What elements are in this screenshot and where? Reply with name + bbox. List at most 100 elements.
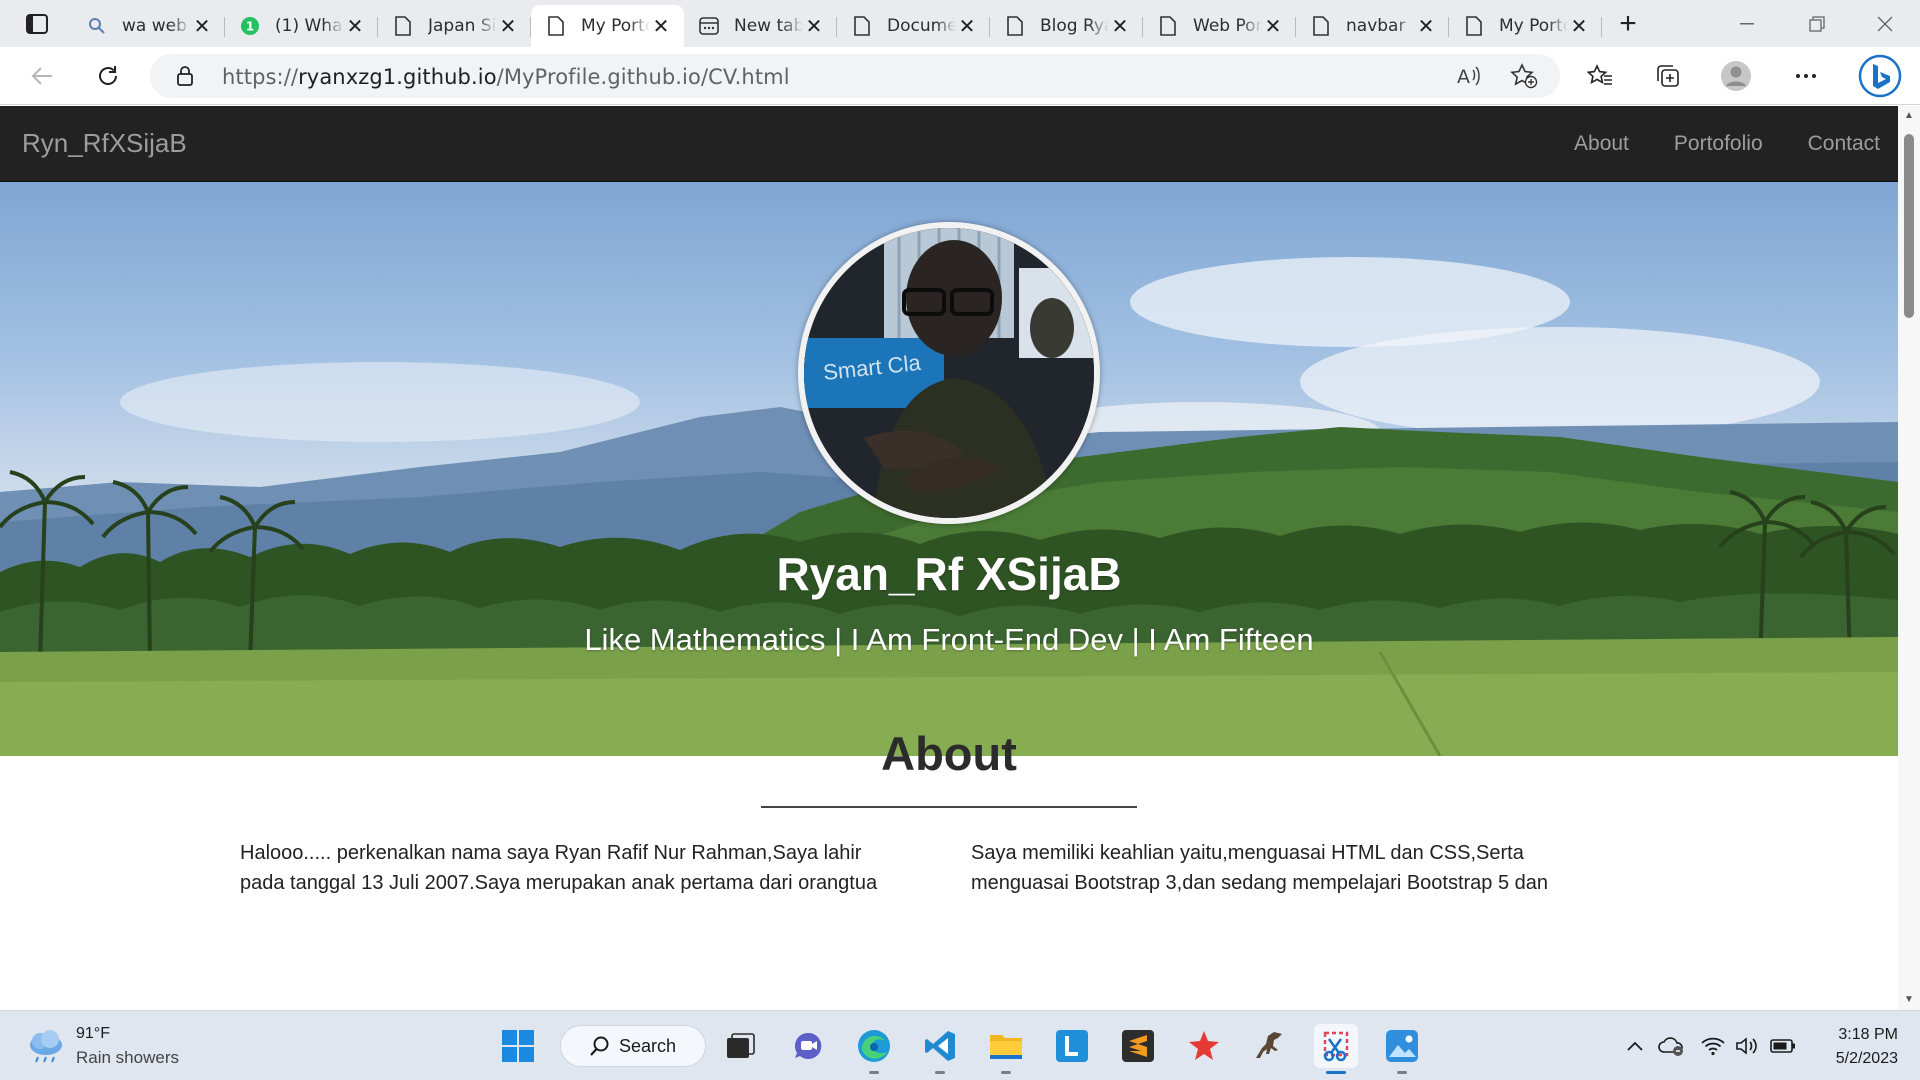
sublime-icon — [1122, 1030, 1154, 1062]
tab-label: Blog Ryan — [1040, 16, 1109, 36]
bing-copilot-button[interactable] — [1856, 52, 1904, 100]
photos-app-button[interactable] — [1380, 1024, 1424, 1074]
address-bar[interactable]: https://ryanxzg1.github.io/MyProfile.git… — [150, 54, 1560, 98]
close-tab-icon[interactable]: ✕ — [497, 15, 519, 38]
scroll-down-arrow-icon[interactable]: ▼ — [1903, 994, 1915, 1006]
file-explorer-button[interactable] — [984, 1024, 1028, 1074]
tab-label: wa web — [122, 16, 187, 36]
red-app-button[interactable] — [1182, 1024, 1226, 1068]
url-scheme: https:// — [222, 65, 299, 89]
speaker-icon — [1736, 1037, 1757, 1055]
close-tab-icon[interactable]: ✕ — [1568, 15, 1590, 38]
tab-japan[interactable]: Japan Sightseeing ✕ — [378, 5, 531, 47]
tab-document[interactable]: Document ✕ — [837, 5, 990, 47]
tab-web-portfolio[interactable]: Web Portfolio ✕ — [1143, 5, 1296, 47]
collections-button[interactable] — [1648, 56, 1688, 96]
active-indicator — [1326, 1071, 1346, 1074]
running-indicator — [935, 1071, 945, 1074]
add-favorite-icon[interactable] — [1510, 63, 1538, 94]
snipping-tool-icon — [1323, 1031, 1349, 1062]
nav-link-contact[interactable]: Contact — [1808, 132, 1880, 156]
about-divider — [761, 806, 1137, 808]
close-tab-icon[interactable]: ✕ — [191, 15, 213, 38]
restore-icon — [1809, 15, 1825, 32]
weather-widget[interactable]: 91°F Rain showers — [26, 1021, 206, 1071]
wifi-tray-icon[interactable] — [1698, 1031, 1728, 1061]
teams-chat-button[interactable] — [786, 1024, 830, 1068]
tab-my-portofolio-2[interactable]: My Portofolio ✕ — [1449, 5, 1602, 47]
tab-blog[interactable]: Blog Ryan ✕ — [990, 5, 1143, 47]
about-right-line-2: menguasai Bootstrap 3,dan sedang mempela… — [971, 872, 1549, 894]
scrollbar-thumb[interactable] — [1904, 134, 1914, 318]
tab-label: New tab — [734, 16, 803, 36]
scroll-up-arrow-icon[interactable]: ▲ — [1903, 110, 1915, 122]
about-left-line-1: Halooo..... perkenalkan nama saya Ryan R… — [240, 842, 862, 864]
sublime-text-button[interactable] — [1116, 1024, 1160, 1068]
battery-tray-icon[interactable] — [1768, 1031, 1798, 1061]
collections-icon — [1657, 65, 1679, 87]
nav-link-portfolio[interactable]: Portofolio — [1674, 132, 1763, 156]
restore-button[interactable] — [1782, 0, 1852, 47]
browser-tab-strip: wa web ✕ 1 (1) WhatsApp ✕ Japan Sightsee… — [0, 0, 1920, 47]
hero-banner: Smart Cla Ryan_Rf XSijaB Like Mathematic… — [0, 182, 1898, 756]
edge-icon — [858, 1030, 890, 1062]
snipping-tool-button[interactable] — [1314, 1024, 1358, 1074]
search-label: Search — [619, 1035, 677, 1056]
clock-date: 5/2/2023 — [1835, 1050, 1898, 1067]
back-button[interactable] — [22, 56, 62, 96]
tab-navbar[interactable]: navbar ✕ — [1296, 5, 1449, 47]
read-aloud-icon[interactable]: A — [1456, 64, 1482, 93]
browser-toolbar: https://ryanxzg1.github.io/MyProfile.git… — [0, 47, 1920, 105]
close-icon — [1877, 16, 1893, 31]
settings-more-button[interactable] — [1786, 56, 1826, 96]
url-text[interactable]: https://ryanxzg1.github.io/MyProfile.git… — [222, 65, 790, 89]
dino-app-button[interactable] — [1248, 1024, 1292, 1068]
refresh-button[interactable] — [88, 56, 128, 96]
task-view-button[interactable] — [718, 1024, 762, 1068]
close-tab-icon[interactable]: ✕ — [1109, 15, 1131, 38]
nav-link-about[interactable]: About — [1574, 132, 1629, 156]
close-window-button[interactable] — [1850, 0, 1920, 47]
tab-wa-web[interactable]: wa web ✕ — [72, 5, 225, 47]
close-tab-icon[interactable]: ✕ — [344, 15, 366, 38]
url-path: /MyProfile.github.io/CV.html — [496, 65, 790, 89]
tab-new-tab[interactable]: New tab ✕ — [684, 5, 837, 47]
close-tab-icon[interactable]: ✕ — [1262, 15, 1284, 38]
edge-taskbar-button[interactable] — [852, 1024, 896, 1074]
profile-button[interactable] — [1716, 56, 1756, 96]
taskbar-search[interactable]: Search — [560, 1025, 706, 1067]
start-button[interactable] — [496, 1024, 540, 1068]
more-icon — [1796, 74, 1816, 78]
page-scrollbar[interactable]: ▲ ▼ — [1898, 106, 1920, 1010]
search-icon — [86, 15, 108, 37]
photos-icon — [1386, 1030, 1418, 1062]
search-icon — [590, 1036, 609, 1056]
close-tab-icon[interactable]: ✕ — [956, 15, 978, 38]
page-icon — [1310, 15, 1332, 37]
tab-whatsapp[interactable]: 1 (1) WhatsApp ✕ — [225, 5, 378, 47]
tab-label: Japan Sightseeing — [428, 16, 497, 36]
app-l-button[interactable] — [1050, 1024, 1094, 1068]
running-indicator — [1001, 1071, 1011, 1074]
close-tab-icon[interactable]: ✕ — [1415, 15, 1437, 38]
tab-actions-button[interactable] — [14, 9, 60, 39]
hero-name: Ryan_Rf XSijaB — [776, 548, 1122, 600]
favorites-button[interactable] — [1580, 56, 1620, 96]
new-tab-button[interactable]: + — [1610, 7, 1646, 40]
windows-taskbar: 91°F Rain showers Search 3:18 PM 5/2/202… — [0, 1010, 1920, 1080]
show-hidden-icons-button[interactable] — [1620, 1031, 1650, 1061]
vscode-icon — [925, 1031, 955, 1061]
volume-tray-icon[interactable] — [1732, 1031, 1762, 1061]
taskbar-clock[interactable]: 3:18 PM 5/2/2023 — [1836, 1023, 1898, 1071]
onedrive-tray-icon[interactable] — [1656, 1031, 1686, 1061]
tab-label: (1) WhatsApp — [275, 16, 344, 36]
navbar-brand[interactable]: Ryn_RfXSijaB — [22, 128, 187, 159]
back-arrow-icon — [31, 67, 52, 85]
vscode-taskbar-button[interactable] — [918, 1024, 962, 1074]
tab-my-portofolio-active[interactable]: My Portofolio ✕ — [531, 5, 684, 47]
lock-icon[interactable] — [176, 65, 194, 92]
minimize-button[interactable] — [1712, 0, 1782, 47]
close-tab-icon[interactable]: ✕ — [650, 15, 672, 38]
close-tab-icon[interactable]: ✕ — [803, 15, 825, 38]
about-right-line-1: Saya memiliki keahlian yaitu,menguasai H… — [971, 842, 1524, 864]
